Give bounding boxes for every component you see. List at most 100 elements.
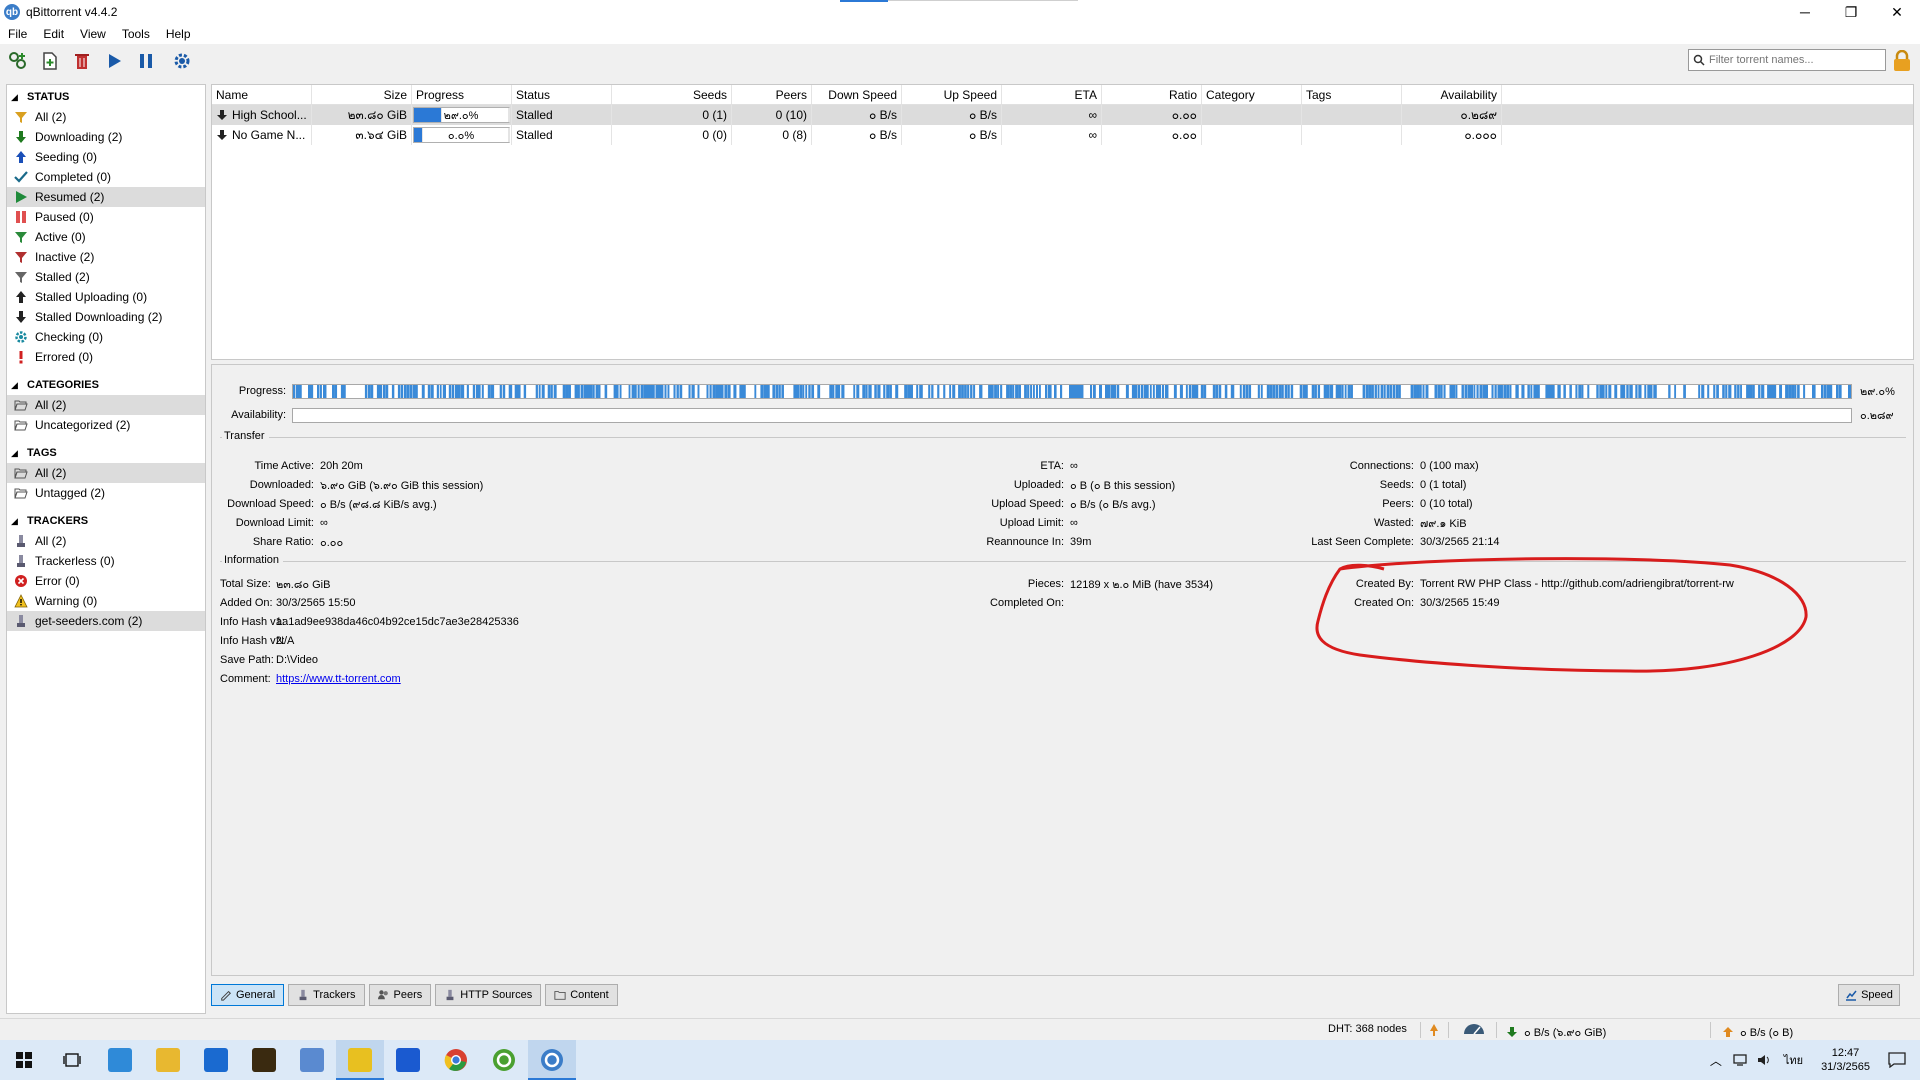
piece-segment (1434, 384, 1438, 398)
sidebar-item-status-0[interactable]: All (2) (7, 107, 205, 127)
filter-torrent-input[interactable] (1709, 54, 1879, 66)
sidebar-section-categories[interactable]: ◢ CATEGORIES (7, 375, 205, 395)
piece-segment (397, 384, 401, 398)
resume-button[interactable] (100, 47, 128, 75)
terminal-app-taskbar-button[interactable] (240, 1040, 288, 1080)
piece-segment (1155, 384, 1160, 398)
input-language[interactable]: ไทย (1784, 1051, 1803, 1069)
column-header-tags[interactable]: Tags (1302, 85, 1402, 104)
sidebar-item-categories-0[interactable]: All (2) (7, 395, 205, 415)
notification-center-icon[interactable] (1888, 1052, 1906, 1068)
upload-speed-status[interactable]: ๐ B/s (๐ B) (1722, 1023, 1793, 1041)
add-torrent-link-button[interactable] (4, 47, 32, 75)
network-icon[interactable] (1732, 1053, 1748, 1067)
column-header-eta[interactable]: ETA (1002, 85, 1102, 104)
field-value: ๗๙.๑ KiB (1420, 517, 1467, 530)
tab-http-sources[interactable]: HTTP Sources (435, 984, 542, 1006)
restore-button[interactable]: ❐ (1828, 0, 1874, 24)
sidebar-item-status-10[interactable]: Stalled Downloading (2) (7, 307, 205, 327)
piece-segment (1629, 384, 1633, 398)
column-header-progress[interactable]: Progress (412, 85, 512, 104)
sidebar-item-tags-1[interactable]: Untagged (2) (7, 483, 205, 503)
qbittorrent-taskbar-button[interactable] (528, 1040, 576, 1080)
piece-segment (568, 384, 571, 398)
column-header-availability[interactable]: Availability (1402, 85, 1502, 104)
piece-segment (709, 384, 712, 398)
column-header-seeds[interactable]: Seeds (612, 85, 732, 104)
menu-view[interactable]: View (72, 27, 114, 41)
menu-edit[interactable]: Edit (35, 27, 72, 41)
pause-button[interactable] (132, 47, 160, 75)
volume-icon[interactable] (1756, 1053, 1772, 1067)
vpn-app-taskbar-button[interactable] (384, 1040, 432, 1080)
tab-trackers[interactable]: Trackers (288, 984, 365, 1006)
tray-overflow-icon[interactable]: ︿ (1710, 1052, 1722, 1069)
connection-status-icon[interactable] (1428, 1023, 1440, 1037)
piece-segment (1470, 384, 1474, 398)
sidebar-item-status-12[interactable]: Errored (0) (7, 347, 205, 367)
menu-tools[interactable]: Tools (114, 27, 158, 41)
sidebar-item-trackers-0[interactable]: All (2) (7, 531, 205, 551)
app-window-taskbar-button[interactable] (96, 1040, 144, 1080)
store-taskbar-button[interactable] (192, 1040, 240, 1080)
task-view-taskbar-button[interactable] (48, 1040, 96, 1080)
filter-torrent-box[interactable] (1688, 49, 1886, 71)
menu-file[interactable]: File (0, 27, 35, 41)
alt-speed-toggle-icon[interactable] (1462, 1023, 1486, 1035)
sidebar-item-trackers-4[interactable]: get-seeders.com (2) (7, 611, 205, 631)
column-header-name[interactable]: Name (212, 85, 312, 104)
sidebar-item-label: Errored (0) (35, 350, 94, 364)
sidebar-item-trackers-1[interactable]: Trackerless (0) (7, 551, 205, 571)
sidebar-section-tags[interactable]: ◢ TAGS (7, 443, 205, 463)
utorrent-taskbar-button[interactable] (480, 1040, 528, 1080)
sidebar-section-status[interactable]: ◢ STATUS (7, 87, 205, 107)
close-button[interactable]: ✕ (1874, 0, 1920, 24)
torrent-row[interactable]: No Game N... ๓.๖๔ GiB ๐.๐% Stalled 0 (0) 0 (8… (212, 125, 1913, 145)
sidebar-item-status-5[interactable]: Paused (0) (7, 207, 205, 227)
piece-segment (1626, 384, 1629, 398)
sidebar-item-status-1[interactable]: Downloading (2) (7, 127, 205, 147)
tab-peers[interactable]: Peers (368, 984, 432, 1006)
sidebar-item-status-4[interactable]: Resumed (2) (7, 187, 205, 207)
speed-button[interactable]: Speed (1838, 984, 1900, 1006)
download-speed-status[interactable]: ๐ B/s (๖.๙๐ GiB) (1506, 1023, 1606, 1041)
minimize-button[interactable]: ─ (1782, 0, 1828, 24)
sidebar-item-status-2[interactable]: Seeding (0) (7, 147, 205, 167)
torrent-row[interactable]: High School... ๒๓.๘๐ GiB ๒๙.๐% Stalled 0 (1)… (212, 105, 1913, 125)
sidebar-item-trackers-3[interactable]: Warning (0) (7, 591, 205, 611)
keepass-taskbar-button[interactable] (336, 1040, 384, 1080)
sidebar-item-status-3[interactable]: Completed (0) (7, 167, 205, 187)
menu-help[interactable]: Help (158, 27, 199, 41)
column-header-ratio[interactable]: Ratio (1102, 85, 1202, 104)
delete-torrent-button[interactable] (68, 47, 96, 75)
column-header-up-speed[interactable]: Up Speed (902, 85, 1002, 104)
sidebar-item-status-8[interactable]: Stalled (2) (7, 267, 205, 287)
column-header-peers[interactable]: Peers (732, 85, 812, 104)
start-taskbar-button[interactable] (0, 1040, 48, 1080)
file-explorer-taskbar-button[interactable] (144, 1040, 192, 1080)
taskbar-clock[interactable]: 12:47 31/3/2565 (1821, 1046, 1870, 1074)
sidebar-item-status-6[interactable]: Active (0) (7, 227, 205, 247)
piece-segment (778, 384, 781, 398)
piece-segment (697, 384, 700, 398)
field-label: Download Speed: (227, 497, 314, 510)
sidebar-item-tags-0[interactable]: All (2) (7, 463, 205, 483)
add-torrent-file-button[interactable] (36, 47, 64, 75)
column-header-size[interactable]: Size (312, 85, 412, 104)
network-app-taskbar-button[interactable] (288, 1040, 336, 1080)
sidebar-item-categories-1[interactable]: Uncategorized (2) (7, 415, 205, 435)
tab-general[interactable]: General (211, 984, 285, 1006)
column-header-down-speed[interactable]: Down Speed (812, 85, 902, 104)
sidebar-section-trackers[interactable]: ◢ TRACKERS (7, 511, 205, 531)
column-header-status[interactable]: Status (512, 85, 612, 104)
tab-content[interactable]: Content (545, 984, 618, 1006)
comment-link[interactable]: https://www.tt-torrent.com (276, 673, 401, 685)
chrome-taskbar-button[interactable] (432, 1040, 480, 1080)
sidebar-item-status-7[interactable]: Inactive (2) (7, 247, 205, 267)
sidebar-item-trackers-2[interactable]: Error (0) (7, 571, 205, 591)
sidebar-item-status-11[interactable]: Checking (0) (7, 327, 205, 347)
lock-icon[interactable] (1892, 50, 1912, 72)
column-header-category[interactable]: Category (1202, 85, 1302, 104)
options-button[interactable] (168, 47, 196, 75)
sidebar-item-status-9[interactable]: Stalled Uploading (0) (7, 287, 205, 307)
